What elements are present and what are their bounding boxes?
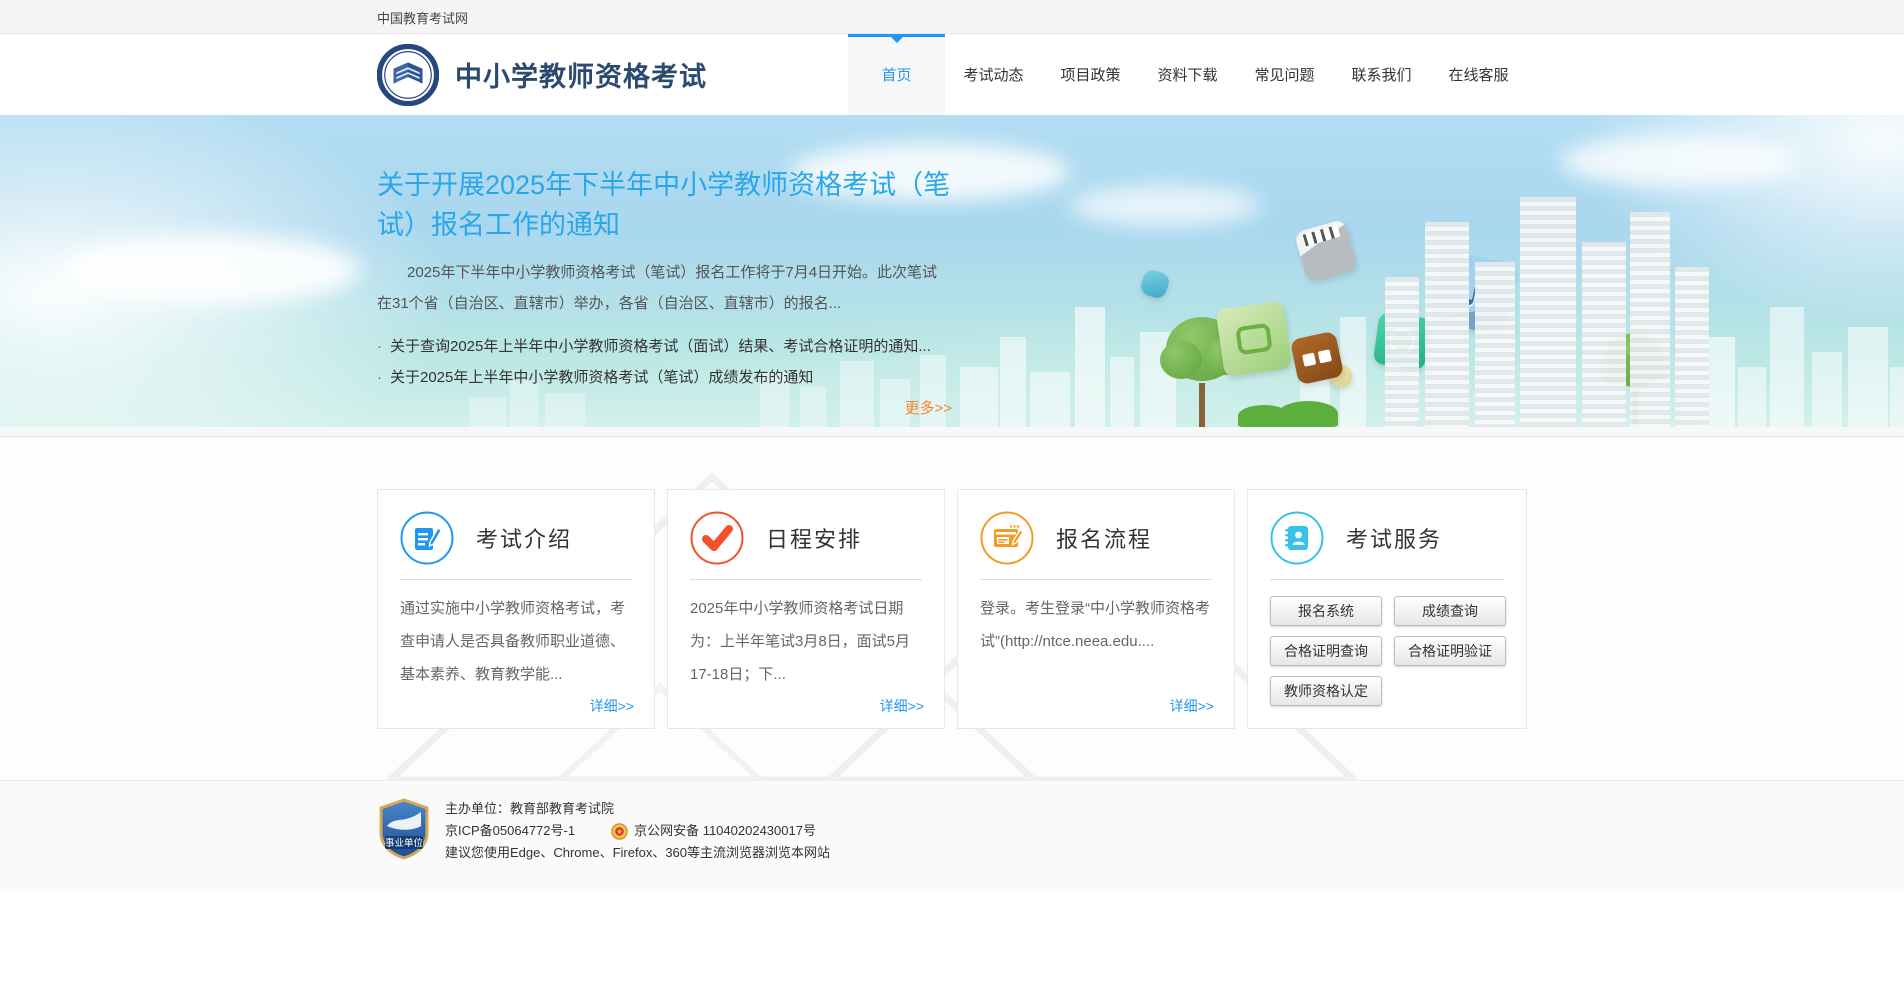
topbar: 中国教育考试网	[0, 0, 1904, 34]
city-building	[1675, 267, 1709, 427]
nav-item-faq[interactable]: 常见问题	[1236, 34, 1333, 115]
small-blue-cube-graphic	[1139, 268, 1172, 301]
calendar-cube-graphic	[1290, 331, 1345, 386]
service-buttons: 报名系统 成绩查询 合格证明查询 合格证明验证 教师资格认定	[1270, 596, 1504, 706]
skyline-building	[1890, 367, 1904, 427]
card-divider	[690, 579, 922, 580]
main-nav: 首页 考试动态 项目政策 资料下载 常见问题 联系我们 在线客服	[848, 34, 1527, 115]
svg-text:事业单位: 事业单位	[385, 837, 424, 849]
bush-graphic	[1278, 401, 1338, 427]
card-divider	[1270, 579, 1504, 580]
detail-link[interactable]: 详细>>	[880, 696, 924, 716]
nav-item-online-service[interactable]: 在线客服	[1430, 34, 1527, 115]
card-divider	[400, 579, 632, 580]
card-schedule: 日程安排 2025年中小学教师资格考试日期为：上半年笔试3月8日，面试5月17-…	[667, 489, 945, 729]
card-title: 考试介绍	[476, 522, 572, 554]
register-system-button[interactable]: 报名系统	[1270, 596, 1382, 626]
more-link[interactable]: 更多>>	[377, 397, 952, 418]
skyline-building	[1770, 307, 1804, 427]
hero-banner: ♪ 关于开展2025年下半年中小学教师资格考试（笔试）报名工作的通知 2025年…	[0, 115, 1904, 437]
footer-organizer: 主办单位：教育部教育考试院	[445, 798, 830, 820]
speech-cube-graphic	[1216, 301, 1293, 378]
skyline-building	[1030, 372, 1070, 427]
cloud-shape	[1560, 135, 1800, 187]
score-query-button[interactable]: 成绩查询	[1394, 596, 1506, 626]
city-building	[1425, 222, 1469, 427]
card-registration-flow: 报名流程 登录。考生登录“中小学教师资格考试”(http://ntce.neea…	[957, 489, 1235, 729]
card-exam-intro: 考试介绍 通过实施中小学教师资格考试，考查申请人是否具备教师职业道德、基本素养、…	[377, 489, 655, 729]
banner-notice-summary: 2025年下半年中小学教师资格考试（笔试）报名工作将于7月4日开始。此次笔试在3…	[377, 257, 952, 319]
banner-news-list: 关于查询2025年上半年中小学教师资格考试（面试）结果、考试合格证明的通知...…	[377, 331, 952, 393]
card-title: 考试服务	[1346, 522, 1442, 554]
footer-browser-tip: 建议您使用Edge、Chrome、Firefox、360等主流浏览器浏览本网站	[445, 842, 830, 864]
main-section: 考试介绍 通过实施中小学教师资格考试，考查申请人是否具备教师职业道德、基本素养、…	[0, 437, 1904, 780]
card-body-text: 通过实施中小学教师资格考试，考查申请人是否具备教师职业道德、基本素养、教育教学能…	[400, 592, 632, 691]
footer: 事业单位 主办单位：教育部教育考试院 京ICP备05064772号-1 京公网安…	[0, 780, 1904, 892]
public-institution-badge: 事业单位	[377, 798, 431, 860]
document-pencil-icon	[400, 511, 454, 565]
card-body-text: 登录。考生登录“中小学教师资格考试”(http://ntce.neea.edu.…	[980, 592, 1212, 658]
card-title: 报名流程	[1056, 522, 1152, 554]
banner-ground	[0, 427, 1904, 436]
cloud-shape	[60, 235, 360, 305]
city-building	[1630, 212, 1670, 427]
card-title: 日程安排	[766, 522, 862, 554]
nav-item-policy[interactable]: 项目政策	[1042, 34, 1139, 115]
nav-item-contact[interactable]: 联系我们	[1333, 34, 1430, 115]
banner-content: 关于开展2025年下半年中小学教师资格考试（笔试）报名工作的通知 2025年下半…	[377, 115, 952, 418]
skyline-building	[1110, 357, 1134, 427]
teacher-certification-button[interactable]: 教师资格认定	[1270, 676, 1382, 706]
topbar-site-link[interactable]: 中国教育考试网	[377, 8, 468, 27]
city-building	[1582, 242, 1626, 427]
skyline-building	[1812, 352, 1842, 427]
site-title: 中小学教师资格考试	[455, 55, 707, 94]
detail-link[interactable]: 详细>>	[1170, 696, 1214, 716]
city-building	[1475, 262, 1515, 427]
icp-record-link[interactable]: 京ICP备05064772号-1	[445, 820, 575, 842]
city-building	[1385, 277, 1419, 427]
skyline-building	[1000, 337, 1026, 427]
card-divider	[980, 579, 1212, 580]
nav-item-downloads[interactable]: 资料下载	[1139, 34, 1236, 115]
city-building	[1520, 197, 1576, 427]
checkmark-icon	[690, 511, 744, 565]
certificate-verify-button[interactable]: 合格证明验证	[1394, 636, 1506, 666]
feature-cards: 考试介绍 通过实施中小学教师资格考试，考查申请人是否具备教师职业道德、基本素养、…	[377, 437, 1527, 729]
card-body-text: 2025年中小学教师资格考试日期为：上半年笔试3月8日，面试5月17-18日；下…	[690, 592, 922, 691]
detail-link[interactable]: 详细>>	[590, 696, 634, 716]
news-item[interactable]: 关于查询2025年上半年中小学教师资格考试（面试）结果、考试合格证明的通知...	[377, 331, 952, 362]
card-exam-services: 考试服务 报名系统 成绩查询 合格证明查询 合格证明验证 教师资格认定	[1247, 489, 1527, 729]
police-record-link[interactable]: 京公网安备 11040202430017号	[634, 820, 816, 842]
header: 中小学教师资格考试 首页 考试动态 项目政策 资料下载 常见问题 联系我们 在线…	[0, 34, 1904, 115]
cloud-shape	[1070, 185, 1260, 227]
skyline-building	[1075, 307, 1105, 427]
news-item[interactable]: 关于2025年上半年中小学教师资格考试（笔试）成绩发布的通知	[377, 362, 952, 393]
certificate-query-button[interactable]: 合格证明查询	[1270, 636, 1382, 666]
nav-item-home[interactable]: 首页	[848, 34, 945, 115]
browser-pencil-icon	[980, 511, 1034, 565]
banner-notice-title[interactable]: 关于开展2025年下半年中小学教师资格考试（笔试）报名工作的通知	[377, 165, 952, 245]
nav-item-exam-news[interactable]: 考试动态	[945, 34, 1042, 115]
site-logo-icon[interactable]	[377, 44, 439, 106]
piano-cube-graphic	[1294, 219, 1358, 283]
police-badge-icon	[611, 823, 628, 840]
skyline-building	[1848, 327, 1888, 427]
contact-book-icon	[1270, 511, 1324, 565]
skyline-building	[960, 367, 998, 427]
skyline-building	[1738, 367, 1766, 427]
